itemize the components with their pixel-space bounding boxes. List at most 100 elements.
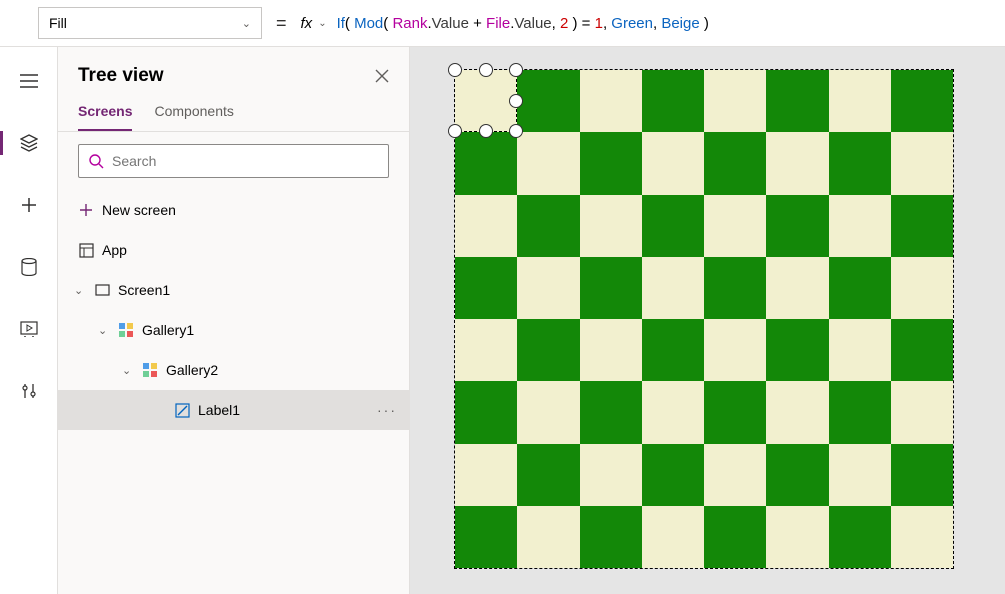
board-square[interactable]	[766, 319, 828, 381]
board-square[interactable]	[766, 257, 828, 319]
board-square[interactable]	[704, 319, 766, 381]
formula-input[interactable]: If( Mod( Rank.Value + File.Value, 2 ) = …	[337, 14, 995, 32]
board-square[interactable]	[829, 444, 891, 506]
board-square[interactable]	[829, 195, 891, 257]
tab-screens[interactable]: Screens	[78, 97, 132, 131]
board-square[interactable]	[704, 257, 766, 319]
board-square[interactable]	[829, 70, 891, 132]
resize-handle-e[interactable]	[509, 94, 523, 108]
board-square[interactable]	[891, 506, 953, 568]
board-square[interactable]	[580, 506, 642, 568]
board-square[interactable]	[704, 506, 766, 568]
board-square[interactable]	[580, 319, 642, 381]
canvas[interactable]	[410, 47, 1005, 594]
board-square[interactable]	[642, 444, 704, 506]
board-square[interactable]	[517, 257, 579, 319]
tree-item-app[interactable]: App	[58, 230, 409, 270]
board-square[interactable]	[580, 444, 642, 506]
board-square[interactable]	[704, 195, 766, 257]
tree-panel: Tree view Screens Components New screen …	[58, 47, 410, 594]
board-square[interactable]	[766, 506, 828, 568]
resize-handle-sw[interactable]	[448, 124, 462, 138]
board-square[interactable]	[455, 195, 517, 257]
board-square[interactable]	[455, 506, 517, 568]
board-square[interactable]	[642, 381, 704, 443]
board-square[interactable]	[580, 132, 642, 194]
search-input[interactable]	[78, 144, 389, 178]
board-square[interactable]	[829, 381, 891, 443]
board-square[interactable]	[766, 132, 828, 194]
board-square[interactable]	[891, 444, 953, 506]
board-square[interactable]	[580, 257, 642, 319]
board-square[interactable]	[704, 132, 766, 194]
selection-box[interactable]	[454, 69, 517, 132]
board-square[interactable]	[642, 70, 704, 132]
tree-close-button[interactable]	[375, 69, 389, 83]
rail-insert[interactable]	[0, 187, 57, 223]
plus-icon	[78, 202, 94, 218]
board-square[interactable]	[642, 132, 704, 194]
rail-hamburger[interactable]	[0, 63, 57, 99]
board-square[interactable]	[891, 132, 953, 194]
rail-tools[interactable]	[0, 373, 57, 409]
resize-handle-ne[interactable]	[509, 63, 523, 77]
board-square[interactable]	[891, 195, 953, 257]
board-square[interactable]	[455, 257, 517, 319]
resize-handle-se[interactable]	[509, 124, 523, 138]
tree-item-gallery2[interactable]: ⌄ Gallery2	[58, 350, 409, 390]
checkerboard[interactable]	[454, 69, 954, 569]
board-square[interactable]	[517, 132, 579, 194]
board-square[interactable]	[517, 444, 579, 506]
board-square[interactable]	[829, 319, 891, 381]
board-square[interactable]	[766, 381, 828, 443]
board-square[interactable]	[455, 319, 517, 381]
board-square[interactable]	[891, 381, 953, 443]
tree-item-screen1[interactable]: ⌄ Screen1	[58, 270, 409, 310]
board-square[interactable]	[704, 444, 766, 506]
search-field[interactable]	[112, 153, 378, 169]
board-square[interactable]	[891, 257, 953, 319]
board-square[interactable]	[517, 319, 579, 381]
board-square[interactable]	[517, 195, 579, 257]
board-square[interactable]	[517, 70, 579, 132]
board-square[interactable]	[642, 257, 704, 319]
board-square[interactable]	[455, 444, 517, 506]
chevron-down-icon[interactable]: ⌄	[98, 324, 110, 337]
board-square[interactable]	[891, 319, 953, 381]
board-square[interactable]	[829, 506, 891, 568]
board-square[interactable]	[704, 381, 766, 443]
board-square[interactable]	[642, 319, 704, 381]
board-square[interactable]	[766, 444, 828, 506]
board-square[interactable]	[829, 257, 891, 319]
fx-button[interactable]: fx ⌄	[301, 15, 327, 32]
board-square[interactable]	[704, 70, 766, 132]
board-square[interactable]	[766, 195, 828, 257]
rail-media[interactable]	[0, 311, 57, 347]
tree-item-gallery1[interactable]: ⌄ Gallery1	[58, 310, 409, 350]
tab-components[interactable]: Components	[154, 97, 233, 131]
more-button[interactable]: ···	[377, 402, 397, 418]
board-square[interactable]	[829, 132, 891, 194]
board-square[interactable]	[891, 70, 953, 132]
board-square[interactable]	[642, 195, 704, 257]
new-screen-button[interactable]: New screen	[58, 190, 409, 230]
board-square[interactable]	[455, 381, 517, 443]
board-square[interactable]	[517, 381, 579, 443]
property-selector[interactable]: Fill ⌄	[38, 7, 262, 39]
chevron-down-icon[interactable]: ⌄	[122, 364, 134, 377]
board-square[interactable]	[580, 381, 642, 443]
board-square[interactable]	[455, 132, 517, 194]
rail-data[interactable]	[0, 249, 57, 285]
board-square[interactable]	[517, 506, 579, 568]
chevron-down-icon[interactable]: ⌄	[74, 284, 86, 297]
board-square[interactable]	[766, 70, 828, 132]
rail-tree-view[interactable]	[0, 125, 57, 161]
board-square[interactable]	[580, 70, 642, 132]
resize-handle-nw[interactable]	[448, 63, 462, 77]
board-square[interactable]	[580, 195, 642, 257]
board-square[interactable]	[642, 506, 704, 568]
resize-handle-s[interactable]	[479, 124, 493, 138]
equals-label: =	[276, 13, 287, 34]
tree-item-label1[interactable]: Label1 ···	[58, 390, 409, 430]
resize-handle-n[interactable]	[479, 63, 493, 77]
